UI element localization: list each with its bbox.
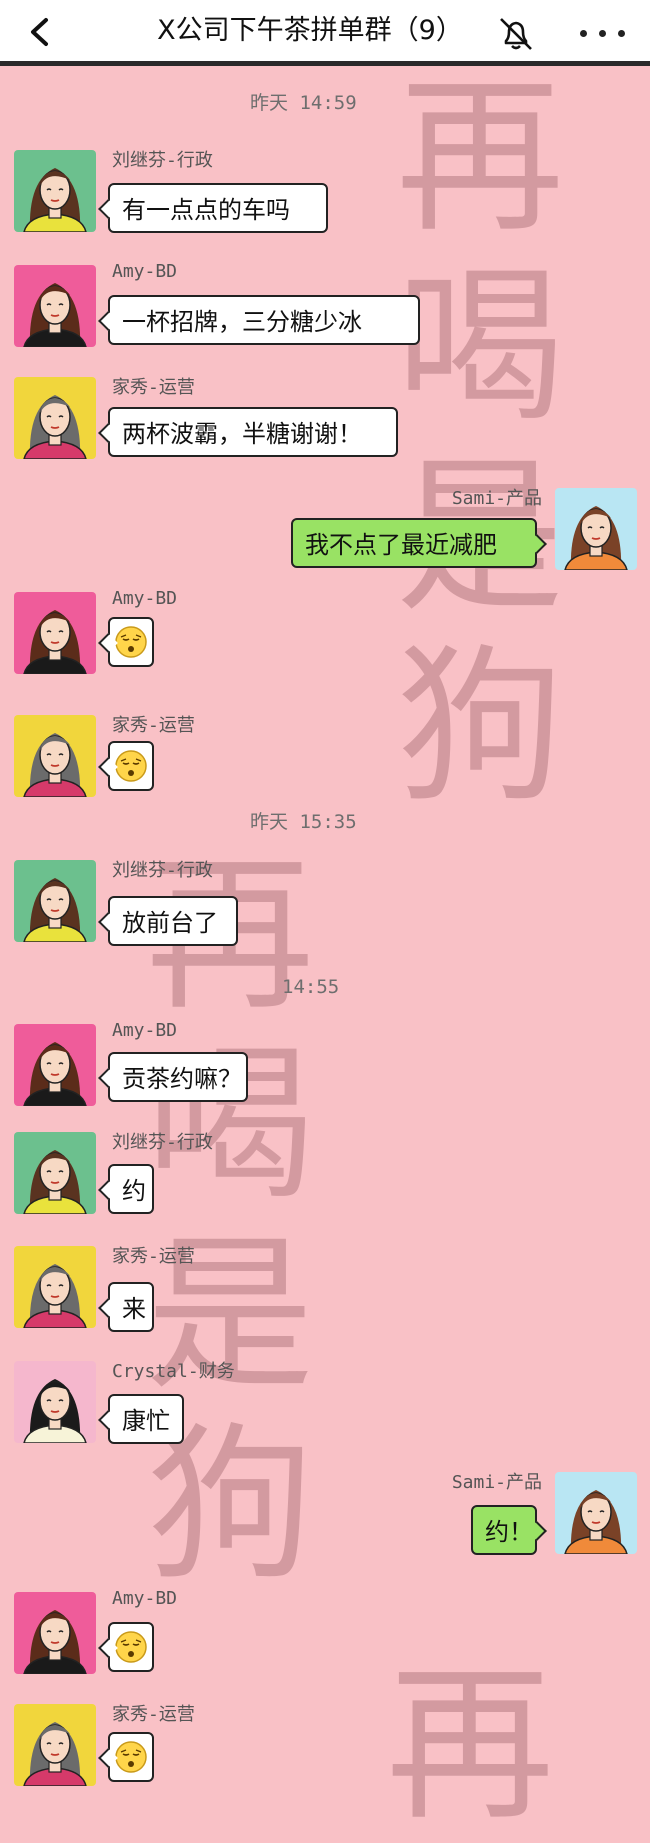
message-bubble[interactable]: 一杯招牌，三分糖少冰 [108,295,420,345]
sender-name: Sami-产品 [451,488,542,509]
avatar[interactable] [14,1246,96,1328]
sleepy-face-icon [114,749,148,783]
sender-name: 刘继芬-行政 [112,150,213,171]
avatar[interactable] [14,1361,96,1443]
message-bubble[interactable]: 康忙 [108,1394,184,1444]
sender-name: Amy-BD [112,588,178,609]
watermark-column-right: 再 喝 是 狗 [396,59,564,825]
sender-name: 刘继芬-行政 [112,860,213,881]
bell-off-icon [500,18,532,50]
message-bubble[interactable]: 有一点点的车吗 [108,183,328,233]
sleepy-face-icon [114,1740,148,1774]
avatar[interactable] [14,377,96,459]
sender-name: 家秀-运营 [112,377,195,398]
sleepy-face-icon [114,625,148,659]
avatar[interactable] [14,1704,96,1786]
sender-name: Crystal-财务 [112,1361,235,1382]
avatar[interactable] [555,488,637,570]
sender-name: Amy-BD [112,1020,178,1041]
emoji-message-bubble[interactable] [108,741,154,791]
chevron-left-icon[interactable] [26,17,56,47]
ellipsis-icon[interactable] [580,30,626,38]
timestamp: 昨天 14:59 [250,92,357,114]
chat-header: X公司下午茶拼单群（9） [0,0,650,66]
sleepy-face-icon [114,1630,148,1664]
avatar[interactable] [14,860,96,942]
avatar[interactable] [14,265,96,347]
sender-name: Amy-BD [112,261,178,282]
sender-name: Sami-产品 [451,1472,542,1493]
sender-name: 家秀-运营 [112,1704,195,1725]
message-bubble[interactable]: 贡茶约嘛？ [108,1052,248,1102]
avatar[interactable] [14,1024,96,1106]
avatar[interactable] [14,592,96,674]
message-bubble[interactable]: 我不点了最近减肥 [291,518,537,568]
emoji-message-bubble[interactable] [108,617,154,667]
message-bubble[interactable]: 约 [108,1164,154,1214]
chat-title: X公司下午茶拼单群（9） [157,15,463,46]
emoji-message-bubble[interactable] [108,1622,154,1672]
emoji-message-bubble[interactable] [108,1732,154,1782]
sender-name: 家秀-运营 [112,715,195,736]
timestamp: 14:55 [282,976,340,998]
timestamp: 昨天 15:35 [250,811,357,833]
message-bubble[interactable]: 约！ [471,1505,537,1555]
watermark-column-left: 再 喝 是 狗 [146,840,314,1603]
avatar[interactable] [14,150,96,232]
message-bubble[interactable]: 两杯波霸，半糖谢谢！ [108,407,398,457]
message-bubble[interactable]: 来 [108,1282,154,1332]
avatar[interactable] [14,1592,96,1674]
avatar[interactable] [14,715,96,797]
avatar[interactable] [555,1472,637,1554]
sender-name: 家秀-运营 [112,1246,195,1267]
sender-name: 刘继芬-行政 [112,1132,213,1153]
watermark-column-bottom: 再 [386,1647,554,1843]
sender-name: Amy-BD [112,1588,178,1609]
message-bubble[interactable]: 放前台了 [108,896,238,946]
avatar[interactable] [14,1132,96,1214]
